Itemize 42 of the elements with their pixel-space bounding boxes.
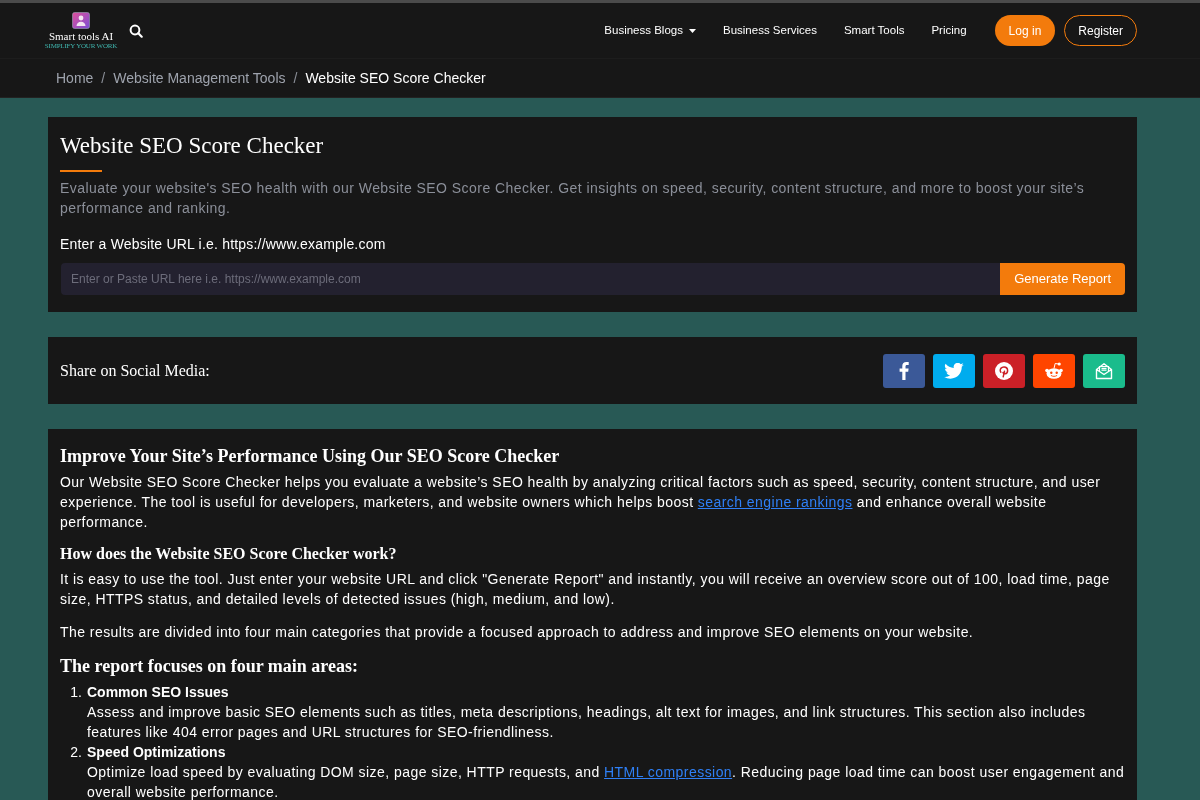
search-button[interactable] xyxy=(128,22,144,39)
text-link[interactable]: HTML compression xyxy=(604,764,733,780)
text-link[interactable]: search engine rankings xyxy=(697,494,853,510)
share-button[interactable] xyxy=(983,353,1025,388)
section-heading: Improve Your Site’s Performance Using Our SEO Score Checker xyxy=(60,445,561,468)
nav-link[interactable]: Business Blogs xyxy=(604,21,696,40)
section-heading: The report focuses on four main areas: xyxy=(60,655,359,678)
reddit-alien-icon xyxy=(1044,361,1064,380)
envelope-icon xyxy=(1095,361,1113,380)
share-button[interactable] xyxy=(933,353,975,388)
list-number: 1. xyxy=(69,683,83,702)
body-paragraph: It is easy to use the tool. Just enter your website URL and click "Generate Report" and instantly, you will receive an overview score out of 100, load time, page size, HTTPS status, and detailed levels of detected issues (high, medium, and low). xyxy=(60,570,1111,609)
page-title: Website SEO Score Checker xyxy=(60,132,325,160)
list-item-title: Speed Optimizations xyxy=(87,743,227,762)
share-button[interactable] xyxy=(883,353,925,388)
nav-link[interactable]: Smart Tools xyxy=(843,21,905,40)
logo-icon xyxy=(72,11,90,29)
breadcrumb-link[interactable]: Website Management Tools xyxy=(113,67,286,89)
body-paragraph: The results are divided into four main categories that provide a focused approach to address and improve SEO elements on your website. xyxy=(60,623,975,642)
breadcrumb-current: Website SEO Score Checker xyxy=(305,68,486,88)
url-input-field[interactable]: Enter or Paste URL here i.e. https://www.example.com xyxy=(61,263,1001,295)
facebook-icon xyxy=(899,361,909,380)
breadcrumb-link[interactable]: Home xyxy=(56,67,94,89)
url-label: Enter a Website URL i.e. https://www.example.com xyxy=(60,235,387,254)
pinterest-icon xyxy=(995,361,1013,380)
body-paragraph: Our Website SEO Score Checker helps you evaluate a website’s SEO health by analyzing critical factors such as speed, security, content structure, and user experience. The tool is useful for developers, marketers, and website owners which helps boost search engine rankings and enhance overall website performance. xyxy=(60,473,1102,532)
list-item-text: Assess and improve basic SEO elements such as titles, meta descriptions, headings, alt text for images, and link structures. This section also includes features like 404 error pages and URL structures for SEO-friendliness. xyxy=(87,703,1087,742)
share-label: Share on Social Media: xyxy=(60,360,210,381)
nav-link[interactable]: Pricing xyxy=(931,21,967,40)
breadcrumb-separator: / xyxy=(101,68,106,88)
share-button[interactable] xyxy=(1083,353,1125,388)
search-icon xyxy=(129,23,143,38)
section-subheading: How does the Website SEO Score Checker work? xyxy=(60,544,398,564)
tool-description: Evaluate your website's SEO health with our Website SEO Score Checker. Get insights on speed, security, content structure, and more to boost your site’s performance and ranking. xyxy=(60,179,1086,218)
share-button[interactable] xyxy=(1033,353,1075,388)
list-item-title: Common SEO Issues xyxy=(87,683,230,702)
bird-icon xyxy=(944,362,964,379)
breadcrumb-separator: / xyxy=(293,68,298,88)
logo-name[interactable]: Smart tools AI xyxy=(48,30,114,42)
list-number: 2. xyxy=(69,743,83,762)
list-item-text: Optimize load speed by evaluating DOM size, page size, HTTP requests, and HTML compression. Reducing page load time can boost user engagement and overall website performance. xyxy=(87,763,1125,800)
nav-link[interactable]: Business Services xyxy=(722,21,817,40)
